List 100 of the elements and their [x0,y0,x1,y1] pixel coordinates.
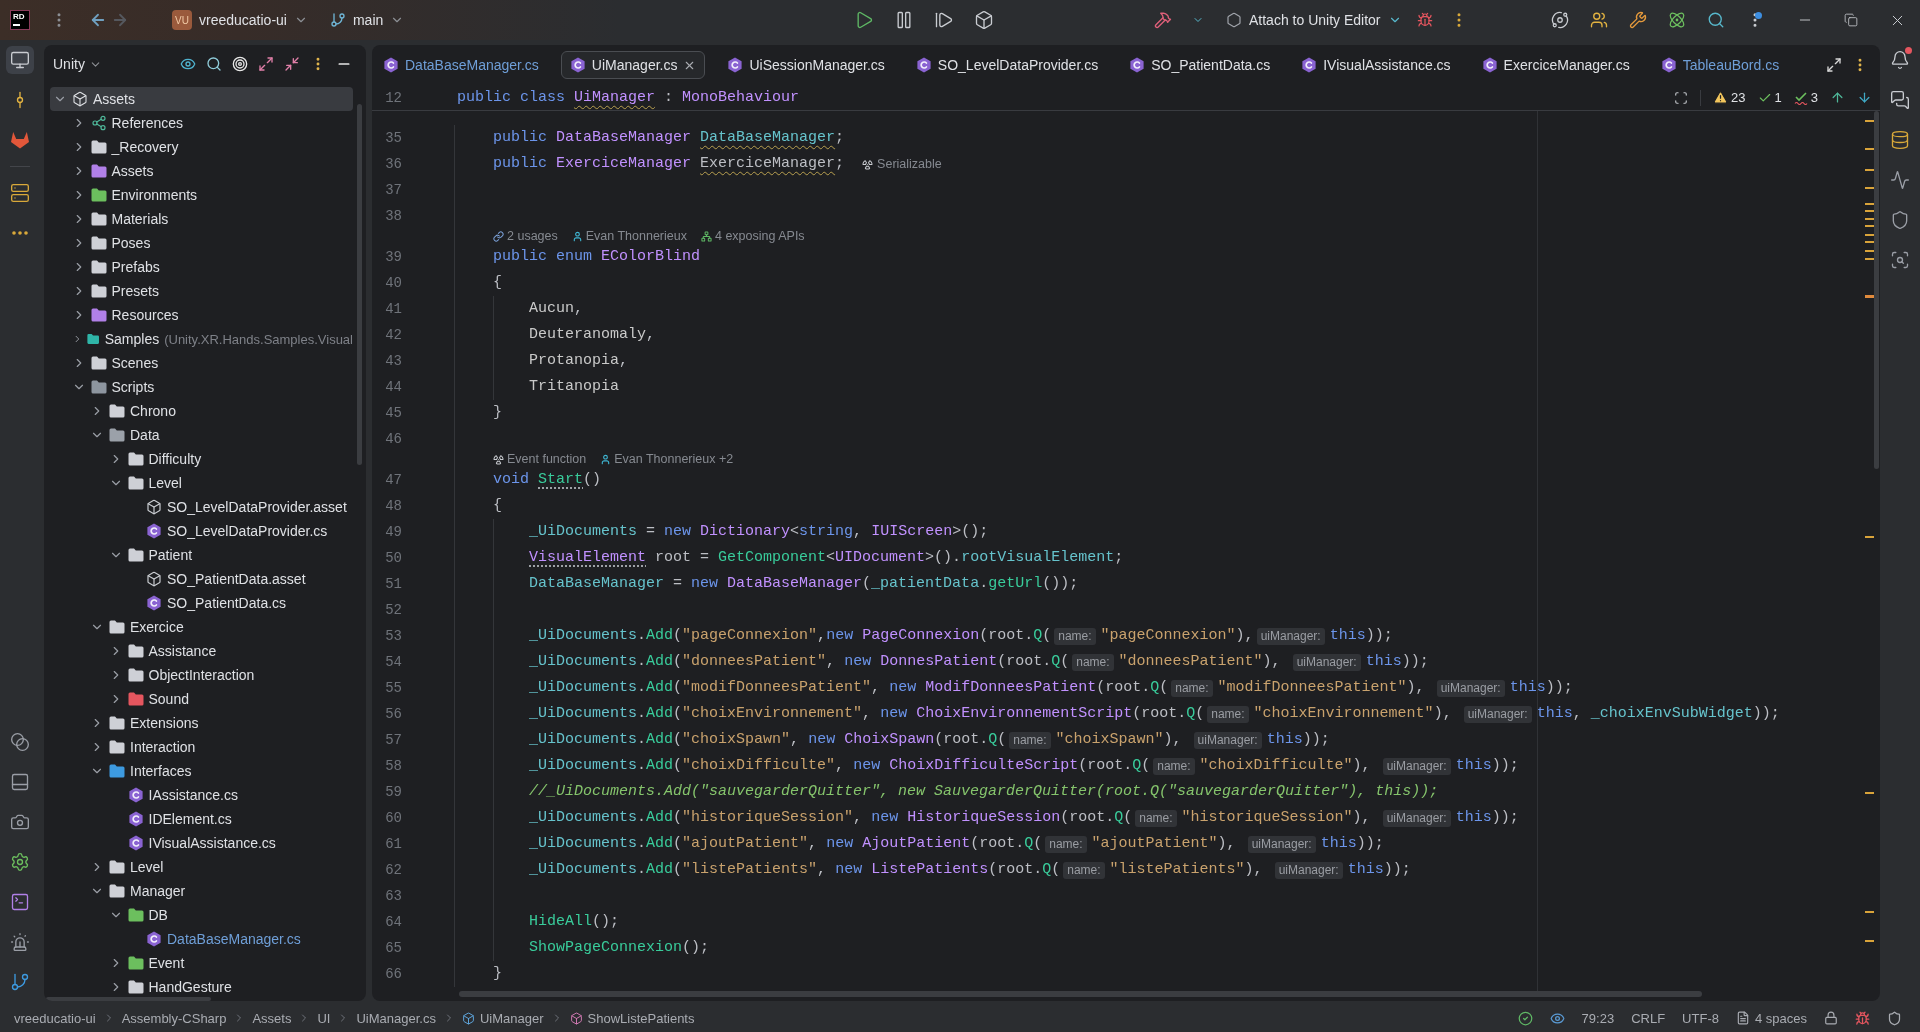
tree-item[interactable]: Resources [50,303,353,327]
vertical-scrollbar[interactable] [1874,111,1879,469]
tree-item[interactable]: Poses [50,231,353,255]
inspection-counter[interactable]: 23 [1713,90,1746,105]
tree-item[interactable]: Chrono [50,399,353,423]
editor-tab[interactable]: IVisualAssistance.cs [1292,51,1460,79]
bug-icon[interactable] [1855,1010,1870,1026]
expand-arrows-icon[interactable] [258,56,274,72]
tree-item[interactable]: Exercice [50,615,353,639]
tree-item[interactable]: Data [50,423,353,447]
tree-item[interactable]: References [50,111,353,135]
vertical-scrollbar[interactable] [357,104,362,465]
horizontal-scrollbar[interactable] [459,991,1702,997]
tree-item[interactable]: Event [50,951,353,975]
editor-tab[interactable]: UiSessionManager.cs [718,51,894,79]
inspection-counter[interactable]: 1 [1757,90,1782,105]
tree-item[interactable]: Prefabs [50,255,353,279]
tree-item[interactable]: SO_PatientData.asset [50,567,353,591]
tree-item[interactable]: Presets [50,279,353,303]
restore-icon[interactable] [1844,13,1858,27]
tree-item[interactable]: Level [50,471,353,495]
tree-item[interactable]: Environments [50,183,353,207]
editor-tab[interactable]: DataBaseManager.cs [374,51,548,79]
breadcrumb-item[interactable]: Assembly-CSharp [121,1010,227,1026]
breadcrumb-item[interactable]: Assets [252,1010,292,1026]
tree-item[interactable]: IVisualAssistance.cs [50,831,353,855]
branch-widget[interactable]: main [329,6,405,34]
tree-item[interactable]: Assets [50,159,353,183]
tree-item[interactable]: IDElement.cs [50,807,353,831]
tree-item[interactable]: DB [50,903,353,927]
tree-item[interactable]: Patient [50,543,353,567]
tree-item[interactable]: Scenes [50,351,353,375]
editor-tab[interactable]: SO_LevelDataProvider.cs [906,51,1108,79]
bug-icon[interactable] [1416,12,1433,28]
tree-item[interactable]: ObjectInteraction [50,663,353,687]
code-lens-link[interactable]: Event function [507,452,587,467]
atom-icon[interactable] [1668,11,1686,29]
scan-frame-icon[interactable] [1674,90,1689,105]
editor-tab[interactable]: ExerciceManager.cs [1472,51,1639,79]
tree-item[interactable]: SO_LevelDataProvider.asset [50,495,353,519]
breadcrumb-item[interactable]: UiManager.cs [356,1010,436,1026]
eye-icon[interactable] [1549,1010,1565,1026]
code-lens-link[interactable]: 2 usages [507,229,558,244]
tree-item[interactable]: Assistance [50,639,353,663]
project-widget[interactable]: VU vreeducatio-ui [172,6,308,34]
tree-item[interactable]: Extensions [50,711,353,735]
breadcrumb-item[interactable]: vreeducatio-ui [14,1010,96,1026]
indent-widget[interactable]: 4 spaces [1735,1010,1807,1026]
target-icon[interactable] [232,56,248,72]
line-separator-widget[interactable]: CRLF [1631,1010,1666,1026]
tree-item[interactable]: Assets [50,87,353,111]
tree-item[interactable]: Interaction [50,735,353,759]
tree-item[interactable]: HandGesture [50,975,353,999]
shield-icon[interactable] [1887,1010,1902,1026]
hammer-icon[interactable] [1154,11,1172,29]
run-configuration-selector[interactable]: Attach to Unity Editor [1226,6,1402,34]
collapse-arrows-icon[interactable] [284,56,300,72]
tree-item[interactable]: Level [50,855,353,879]
check-circle-icon[interactable] [1517,1010,1533,1026]
tree-item[interactable]: Scripts [50,375,353,399]
breadcrumb-item[interactable]: ShowListePatients [569,1010,695,1026]
expand-arrows-icon[interactable] [1826,57,1842,73]
tree-item[interactable]: IAssistance.cs [50,783,353,807]
breadcrumb-item[interactable]: UI [317,1010,331,1026]
editor-tab[interactable]: TableauBord.cs [1651,51,1789,79]
tree-item[interactable]: SO_PatientData.cs [50,591,353,615]
step-forward-icon[interactable] [934,10,954,30]
code-text: _UiDocuments.Add("listePatients", new ListePatients(root.Q( [529,860,1061,880]
inspection-counter[interactable]: 3 [1793,90,1818,105]
tree-item[interactable]: SO_LevelDataProvider.cs [50,519,353,543]
search-icon[interactable] [1707,11,1725,29]
code-lens-link[interactable]: 4 exposing APIs [714,229,805,244]
caret-position[interactable]: 79:23 [1581,1010,1615,1026]
orbit-icon[interactable] [1551,11,1569,29]
eye-icon[interactable] [180,56,196,72]
search-icon[interactable] [206,56,222,72]
tree-item[interactable]: Materials [50,207,353,231]
panel-title-dropdown[interactable]: Unity [53,56,102,72]
editor-tab[interactable]: UiManager.cs [560,51,706,79]
arrow-down-icon[interactable] [1857,90,1872,105]
tree-item[interactable]: _Recovery [50,135,353,159]
app-logo[interactable]: RD [10,10,30,30]
tree-item[interactable]: DataBaseManager.cs [50,927,353,951]
users-icon[interactable] [1590,11,1608,29]
tree-item[interactable]: Difficulty [50,447,353,471]
editor-tab[interactable]: SO_PatientData.cs [1120,51,1280,79]
code-lens-link[interactable]: Evan Thonnerieux +2 [614,452,734,467]
tree-item[interactable]: Sound [50,687,353,711]
lock-icon[interactable] [1824,1011,1838,1025]
code-text: void Start() [493,470,602,490]
tree-item[interactable]: Interfaces [50,759,353,783]
tree-item[interactable]: Manager [50,879,353,903]
wrench-icon[interactable] [1629,11,1647,29]
breadcrumb-item[interactable]: UiManager [461,1010,544,1026]
cube-icon[interactable] [974,10,994,30]
code-text: _UiDocuments.Add("modifDonneesPatient", new ModifDonneesPatient(root.Q( [529,678,1169,698]
tree-item[interactable]: Samples (Unity.XR.Hands.Samples.Visual [50,327,353,351]
tool-window-button[interactable] [6,46,34,74]
code-lens-link[interactable]: Evan Thonnerieux [585,229,687,244]
encoding-widget[interactable]: UTF-8 [1682,1010,1719,1026]
